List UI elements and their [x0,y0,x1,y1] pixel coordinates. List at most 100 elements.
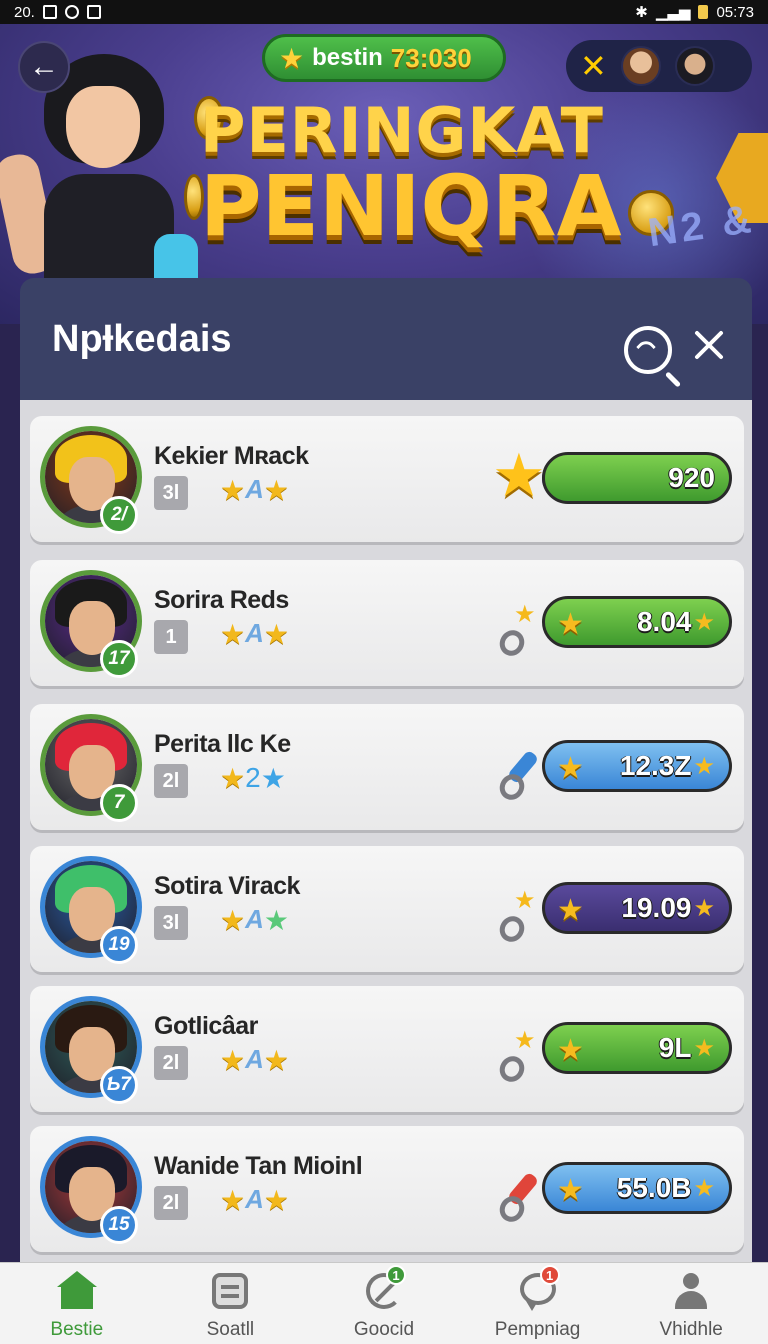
rating-mid: A [245,1184,264,1214]
score-pill[interactable]: ★ 8.04 ★ [542,596,732,648]
player-name: Perita llc Ke [154,730,291,758]
battery-icon [698,5,709,19]
crossed-tools-icon: ✕ [580,48,607,84]
star-icon: ★ [557,1034,584,1067]
leaderboard-row[interactable]: Ƅ7 Gotlicâar 2l ★ A ★ ★ ★ 9L ★ [30,986,744,1112]
search-button[interactable] [624,326,672,374]
nav-label: Goocid [353,1319,415,1340]
star-icon: ★ [263,475,289,506]
tool-icon: ★ [495,1027,538,1087]
level-badge: 2/ [100,496,138,534]
panel-header: NpƗkedais [20,278,752,400]
leaderboard-row[interactable]: 17 Sorira Reds 1 ★ A ★ ★ ★ 8.04 ★ [30,560,744,686]
close-button[interactable] [692,328,726,362]
star-icon: ★ [693,894,715,922]
star-rating: ★ A ★ [220,904,289,937]
star-rating: ★ A ★ [220,618,289,651]
chat-icon: 1 [518,1265,560,1311]
star-icon: ★ [557,608,584,641]
level-badge: 15 [100,1206,138,1244]
nav-label: Pempniag [494,1319,581,1340]
star-icon: ★ [220,763,246,794]
leaderboard-row[interactable]: 7 Perita llc Ke 2l ★ 2 ★ ★ 12.3Z ★ [30,704,744,830]
score-value: 9L [658,1032,692,1063]
profile-icon [671,1271,711,1311]
rank-chip: 2l [154,1046,188,1080]
score-pill[interactable]: 920 [542,452,732,504]
home-icon [56,1271,97,1311]
rank-chip: 3l [154,906,188,940]
star-rating: ★ 2 ★ [220,762,286,795]
rank-chip: 1 [154,620,188,654]
score-pill[interactable]: ★ 9L ★ [542,1022,732,1074]
star-icon: ★ [220,619,246,650]
star-icon: ★ [693,752,715,780]
player-name: Kekier Mʀack [154,442,309,470]
star-rating: ★ A ★ [220,1044,289,1077]
search-icon [636,337,656,357]
notification-badge: 1 [539,1265,560,1285]
friends-widget[interactable]: ✕ [566,40,752,92]
tool-icon [495,1171,540,1227]
star-icon: ★ [220,1045,246,1076]
leaderboard-row[interactable]: 19 Sotira Virack 3l ★ A ★ ★ ★ 19.09 ★ [30,846,744,972]
back-button[interactable]: ← [18,41,70,93]
bluetooth-icon: ✱ [635,4,648,21]
player-name: Gotlicâar [154,1012,258,1040]
score-value: 920 [668,462,715,493]
nav-item-vhidhle[interactable]: Vhidhle [614,1263,768,1344]
nav-item-pempniag[interactable]: 1 Pempniag [461,1263,615,1344]
rating-mid: A [245,474,264,504]
friend-avatar[interactable] [620,46,661,86]
notification-badge: 1 [385,1265,406,1285]
star-icon: ★ [693,1174,715,1202]
score-value: 55.0B [616,1172,692,1203]
friend-avatar[interactable] [674,46,715,86]
leaderboard-row[interactable]: 15 Wanide Tan Mioinl 2l ★ A ★ ★ 55.0B ★ [30,1126,744,1252]
star-rating: ★ A ★ [220,474,289,507]
star-icon: ★ [263,1045,289,1076]
leaderboard-row[interactable]: 2/ Kekier Mʀack 3l ★ A ★ ★ 920 [30,416,744,542]
nav-item-bestie[interactable]: Bestie [0,1263,154,1344]
star-icon: ★ [220,1185,246,1216]
star-icon: ★ [260,763,286,794]
rating-mid: 2 [245,762,261,793]
star-icon: ★ [220,905,246,936]
star-icon: ★ [693,608,715,636]
score-pill[interactable]: ★ 55.0B ★ [542,1162,732,1214]
star-icon: ★ [220,475,246,506]
rating-mid: A [245,904,264,934]
tool-icon: ★ [495,601,538,661]
nav-label: Vhidhle [659,1319,723,1340]
nav-item-goocid[interactable]: 1 Goocid [307,1263,461,1344]
panel-title: NpƗkedais [52,317,232,360]
nav-item-soatll[interactable]: Soatll [154,1263,308,1344]
score-pill[interactable]: ★ 12.3Z ★ [542,740,732,792]
star-icon: ★ [263,905,289,936]
coin-label: bestin [312,44,383,71]
email-icon [64,5,79,19]
arrow-left-icon: ← [29,50,59,83]
star-icon: ★ [693,1034,715,1062]
star-icon: ★ [557,894,584,927]
player-name: Sorira Reds [154,586,289,614]
signal-icon: ▁▃▅ [655,4,691,21]
coin-balance[interactable]: ★ bestin 73:030 [262,34,506,82]
title-line-1: PERINGKAT [200,94,604,167]
rank-chip: 3l [154,476,188,510]
nav-label: Bestie [50,1319,104,1340]
nav-label: Soatll [206,1319,255,1340]
score-pill[interactable]: ★ 19.09 ★ [542,882,732,934]
coin-value: 73:030 [390,42,472,73]
status-bar: 20. ✱ ▁▃▅ 05:73 [0,0,768,24]
score-value: 19.09 [621,892,692,923]
level-badge: Ƅ7 [100,1066,138,1104]
list-icon [210,1271,250,1311]
level-badge: 17 [100,640,138,678]
star-rating: ★ A ★ [220,1184,289,1217]
player-name: Sotira Virack [154,872,300,900]
rating-mid: A [245,618,264,648]
rating-mid: A [245,1044,264,1074]
photo-icon [86,5,101,19]
tool-icon: ★ [495,887,538,947]
